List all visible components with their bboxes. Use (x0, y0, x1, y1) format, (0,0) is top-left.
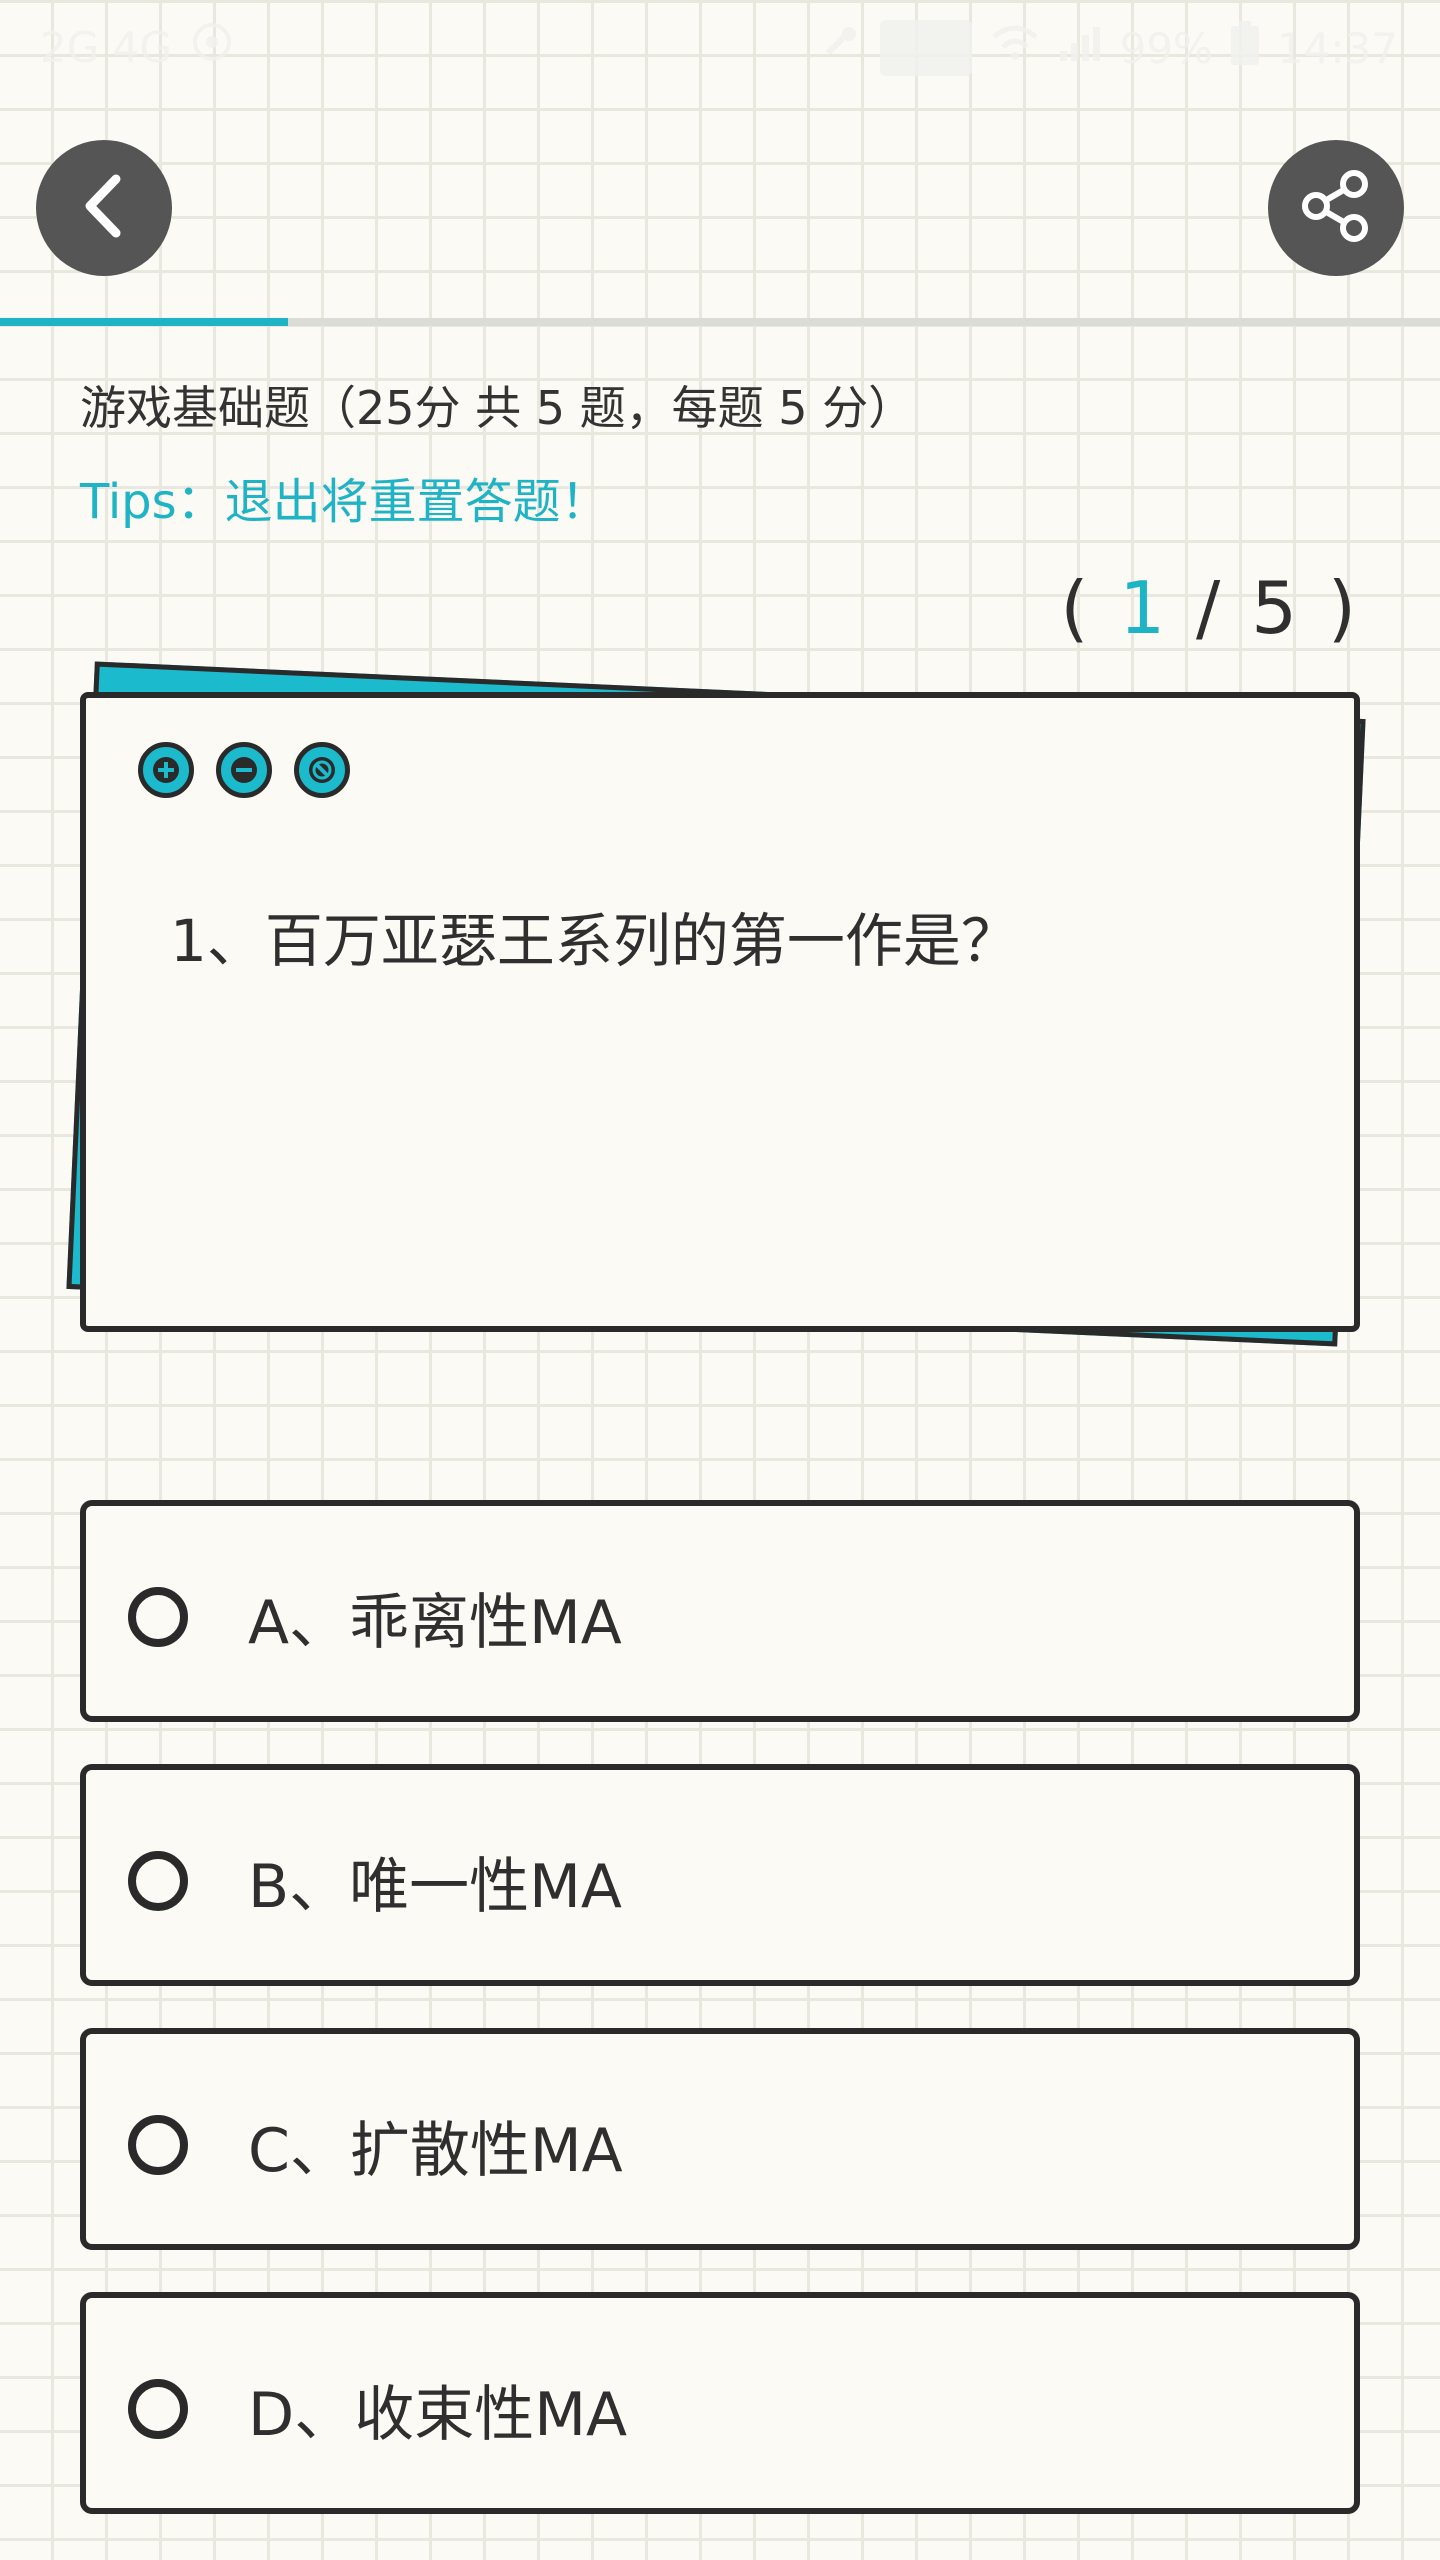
clock: 14:37 (1276, 23, 1398, 73)
radio-circle-icon[interactable] (128, 1587, 188, 1647)
radio-circle-icon[interactable] (128, 2115, 188, 2175)
progress-fill (0, 318, 288, 326)
plus-icon (138, 742, 194, 798)
status-right: 99% 14:37 (822, 20, 1398, 76)
back-button[interactable] (36, 140, 172, 276)
counter-total: 5 (1251, 566, 1302, 650)
signal-icon (1058, 23, 1102, 73)
tips-text: Tips：退出将重置答题！ (80, 474, 609, 530)
share-button[interactable] (1268, 140, 1404, 276)
progress-bar (0, 318, 1440, 326)
sync-icon (190, 20, 234, 74)
question-card: 1、百万亚瑟王系列的第一作是？ (80, 692, 1360, 1332)
close-icon (294, 742, 350, 798)
chevron-left-icon (74, 171, 134, 245)
status-bar: 2G 4G 99% 14:37 (0, 0, 1440, 90)
hd-icon (879, 20, 972, 76)
option-label: C、扩散性MA (248, 2116, 623, 2186)
window-controls (138, 742, 350, 798)
battery-percent: 99% (1119, 23, 1213, 73)
battery-icon (1230, 21, 1259, 75)
option-d[interactable]: D、收束性MA (80, 2292, 1360, 2514)
minus-icon (216, 742, 272, 798)
quiz-title: 游戏基础题（25分 共 5 题，每题 5 分） (80, 381, 915, 435)
counter-open: ( (1060, 566, 1093, 650)
radio-circle-icon[interactable] (128, 1851, 188, 1911)
question-counter: ( 1 / 5 ) (1060, 566, 1360, 650)
wifi-icon (990, 23, 1040, 73)
key-icon (822, 23, 862, 73)
radio-circle-icon[interactable] (128, 2379, 188, 2439)
question-text: 1、百万亚瑟王系列的第一作是？ (170, 907, 1019, 975)
option-label: D、收束性MA (248, 2380, 628, 2450)
counter-current: 1 (1119, 566, 1170, 650)
option-c[interactable]: C、扩散性MA (80, 2028, 1360, 2250)
share-icon (1296, 166, 1376, 250)
option-label: B、唯一性MA (248, 1852, 622, 1922)
status-left: 2G 4G (40, 20, 234, 74)
network-label: 2G 4G (40, 22, 172, 72)
option-a[interactable]: A、乖离性MA (80, 1500, 1360, 1722)
option-label: A、乖离性MA (248, 1588, 622, 1658)
counter-close: ) (1327, 566, 1360, 650)
option-b[interactable]: B、唯一性MA (80, 1764, 1360, 1986)
counter-separator: / (1196, 566, 1225, 650)
